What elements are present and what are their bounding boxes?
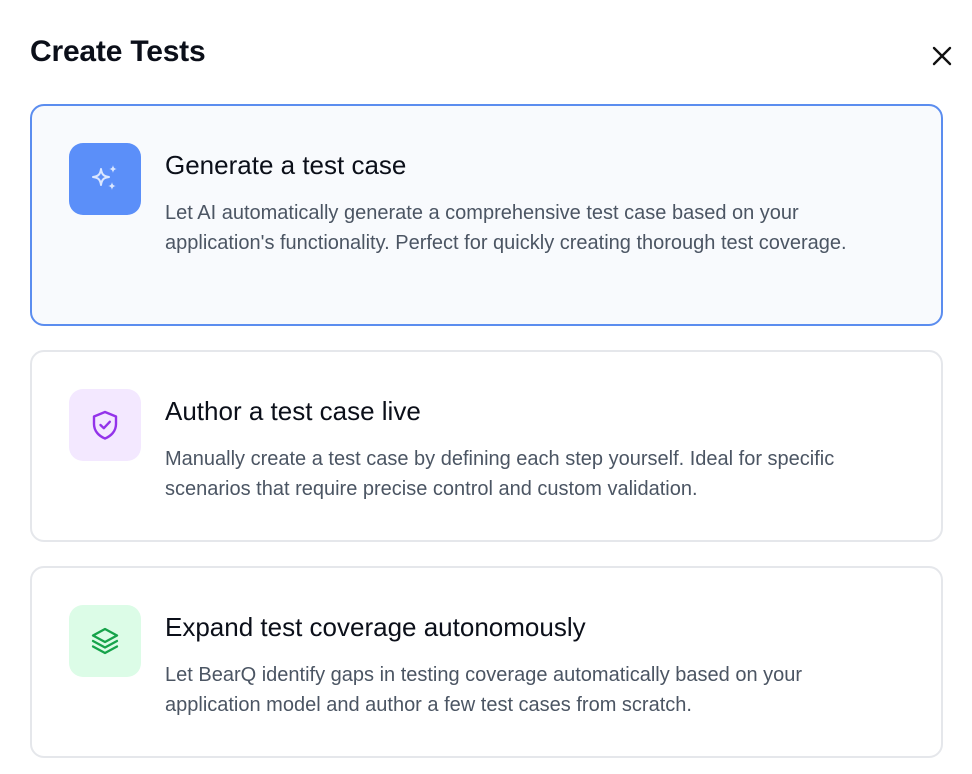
option-description: Manually create a test case by defining … [165, 448, 835, 500]
option-generate-test-case[interactable]: Generate a test case Let AI automaticall… [30, 104, 943, 326]
option-icon-tile [69, 605, 141, 677]
dialog-title: Create Tests [30, 35, 206, 68]
option-title: Generate a test case [165, 150, 407, 180]
option-title: Author a test case live [165, 396, 421, 426]
layers-icon [91, 627, 119, 655]
close-icon[interactable] [931, 45, 953, 67]
option-description: Let AI automatically generate a comprehe… [165, 202, 847, 254]
shield-check-icon [92, 410, 118, 440]
option-icon-tile [69, 143, 141, 215]
option-expand-coverage[interactable]: Expand test coverage autonomously Let Be… [30, 566, 943, 758]
option-author-test-case-live[interactable]: Author a test case live Manually create … [30, 350, 943, 542]
sparkles-icon [92, 165, 117, 190]
option-title: Expand test coverage autonomously [165, 612, 586, 642]
close-button[interactable] [924, 38, 960, 74]
option-icon-tile [69, 389, 141, 461]
option-description: Let BearQ identify gaps in testing cover… [165, 664, 803, 716]
